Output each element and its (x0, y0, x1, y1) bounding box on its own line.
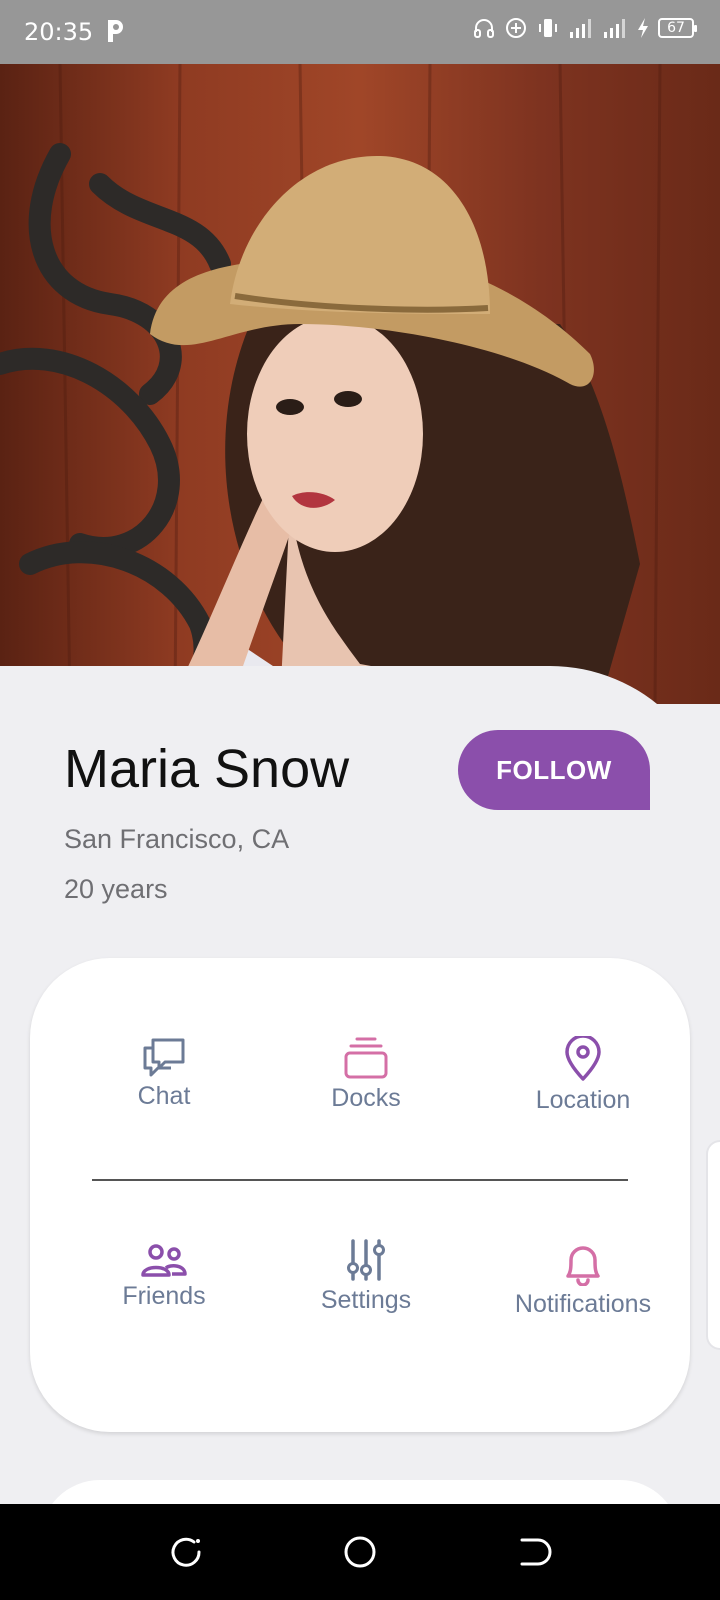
profile-name: Maria Snow (64, 739, 350, 799)
charging-icon (638, 18, 648, 38)
status-bar: 20:35 67 (0, 0, 720, 64)
menu-item-chat[interactable]: Chat (74, 1036, 254, 1111)
stack-icon (344, 1037, 388, 1079)
signal-icon (570, 19, 591, 38)
profile-photo (0, 64, 720, 704)
menu-label-chat: Chat (137, 1082, 191, 1110)
headset-icon (474, 19, 494, 38)
menu-item-notifications[interactable]: Notifications (493, 1240, 673, 1319)
data-saver-icon (506, 18, 526, 38)
battery-icon: 67 (658, 18, 697, 38)
menu-item-friends[interactable]: Friends (74, 1244, 254, 1311)
menu-label-location: Location (535, 1086, 631, 1114)
menu-item-docks[interactable]: Docks (276, 1036, 456, 1113)
home-icon[interactable] (342, 1534, 378, 1570)
system-nav-bar (0, 1504, 720, 1600)
menu-card: Chat Docks Location Friends Settings Not… (30, 958, 690, 1432)
menu-label-friends: Friends (122, 1282, 206, 1310)
next-page-peek (706, 1140, 720, 1350)
menu-item-settings[interactable]: Settings (276, 1238, 456, 1315)
menu-label-notifications: Notifications (514, 1290, 652, 1318)
location-pin-icon (565, 1036, 601, 1081)
menu-label-docks: Docks (331, 1084, 401, 1112)
profile-location: San Francisco, CA (64, 824, 290, 854)
back-icon[interactable] (516, 1534, 552, 1570)
sliders-icon (347, 1239, 385, 1281)
vibrate-icon (539, 19, 557, 37)
friends-icon (141, 1244, 187, 1277)
status-time: 20:35 (24, 18, 94, 46)
menu-item-location[interactable]: Location (493, 1036, 673, 1115)
status-icons: 67 (472, 16, 697, 40)
bell-icon (566, 1246, 600, 1286)
follow-button[interactable]: FOLLOW (458, 730, 650, 810)
menu-divider (92, 1179, 628, 1181)
chat-icon (143, 1038, 185, 1077)
recents-icon[interactable] (168, 1534, 204, 1570)
profile-age: 20 years (64, 874, 168, 904)
menu-label-settings: Settings (320, 1286, 412, 1314)
signal-icon (604, 19, 625, 38)
p-app-icon (104, 18, 126, 49)
